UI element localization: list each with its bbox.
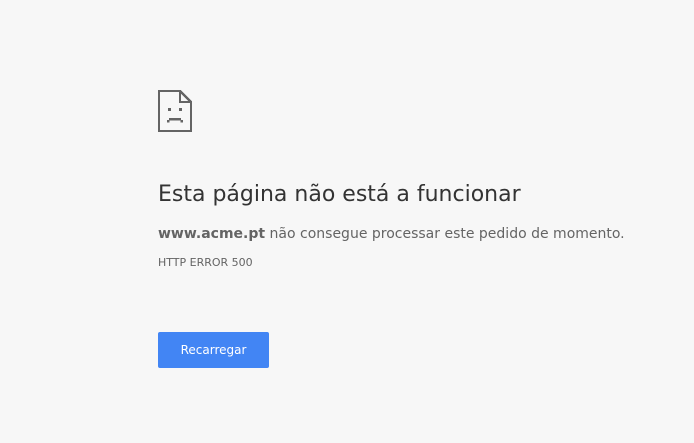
error-message-text: não consegue processar este pedido de mo… <box>265 226 625 242</box>
page-title: Esta página não está a funcionar <box>158 182 521 207</box>
error-page: Esta página não está a funcionar www.acm… <box>0 0 694 443</box>
reload-button[interactable]: Recarregar <box>158 332 269 368</box>
error-message: www.acme.pt não consegue processar este … <box>158 224 678 244</box>
error-code: HTTP ERROR 500 <box>158 256 253 269</box>
sad-page-icon <box>158 90 192 132</box>
error-domain: www.acme.pt <box>158 226 266 242</box>
error-content: Esta página não está a funcionar www.acm… <box>158 90 678 270</box>
